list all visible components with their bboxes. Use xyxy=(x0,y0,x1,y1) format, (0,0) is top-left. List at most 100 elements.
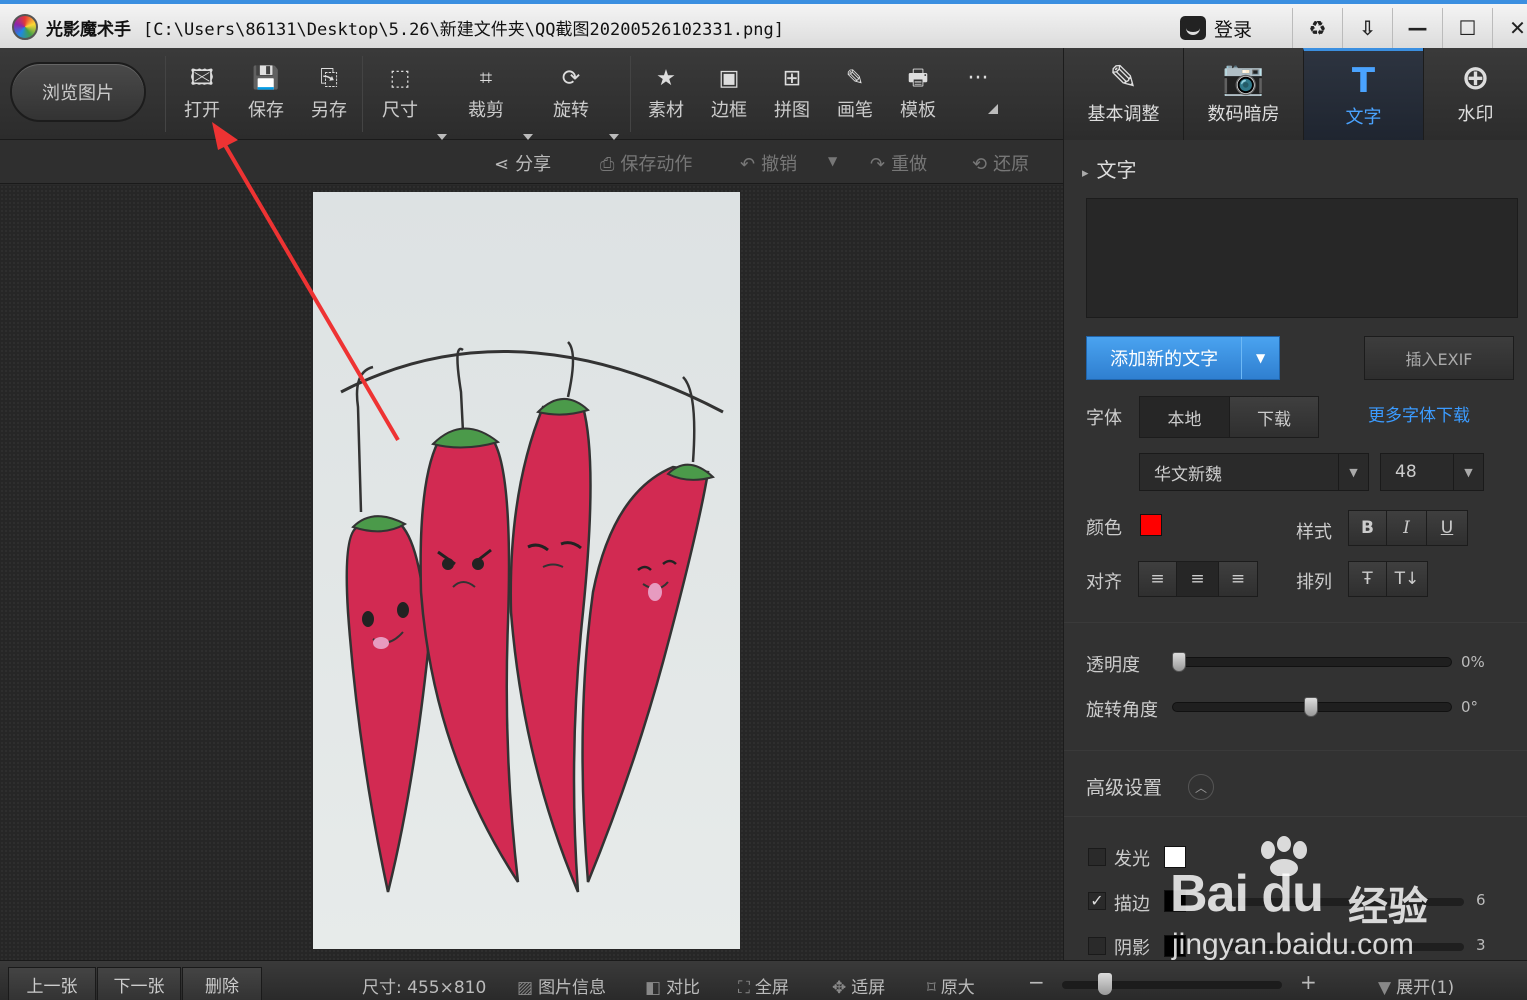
section-title[interactable]: 文字 xyxy=(1082,154,1137,183)
brush-button[interactable]: ✎ 画笔 xyxy=(825,64,885,128)
fit-screen-button[interactable]: ✥ 适屏 xyxy=(832,973,885,998)
shadow-checkbox[interactable] xyxy=(1088,937,1106,955)
border-button[interactable]: ▣ 边框 xyxy=(699,64,759,128)
tab-download-fonts[interactable]: 下载 xyxy=(1230,397,1318,437)
chevron-up-icon[interactable]: ︿ xyxy=(1188,774,1214,800)
crop-button[interactable]: ⌗ 裁剪 xyxy=(456,64,516,128)
stroke-checkbox[interactable]: ✓ xyxy=(1088,892,1106,910)
share-button[interactable]: ⋖ 分享 xyxy=(494,150,551,176)
zoom-in-button[interactable]: + xyxy=(1300,970,1317,994)
vertical-text-button[interactable]: T↓ xyxy=(1387,562,1427,596)
align-buttons: ≡ ≡ ≡ xyxy=(1138,561,1258,597)
save-action-button[interactable]: ⎙ 保存动作 xyxy=(600,150,692,176)
next-image-button[interactable]: 下一张 xyxy=(97,967,181,1000)
glow-label: 发光 xyxy=(1114,849,1150,870)
resize-button[interactable]: ⬚ 尺寸 xyxy=(370,64,430,128)
minimize-button[interactable]: — xyxy=(1392,8,1442,48)
close-button[interactable]: ✕ xyxy=(1492,8,1527,48)
restore-button[interactable]: ⟲ 还原 xyxy=(972,150,1029,176)
window-controls: ♻ ⇩ — ☐ ✕ xyxy=(1292,8,1527,48)
font-size-select[interactable]: 48 ▼ xyxy=(1380,453,1484,491)
tab-darkroom[interactable]: 📷 数码暗房 xyxy=(1183,48,1303,140)
info-icon: ▨ xyxy=(517,978,534,998)
shadow-label: 阴影 xyxy=(1114,938,1150,959)
align-left-button[interactable]: ≡ xyxy=(1139,562,1177,596)
maximize-button[interactable]: ☐ xyxy=(1442,8,1492,48)
expand-button[interactable]: ▼ 展开(1) xyxy=(1378,973,1454,998)
save-as-icon: ⎘ xyxy=(320,66,338,91)
tab-label: 数码暗房 xyxy=(1207,104,1280,125)
material-button[interactable]: ★ 素材 xyxy=(636,64,696,128)
save-as-label: 另存 xyxy=(311,100,347,121)
tab-basic-adjust[interactable]: ✎ 基本调整 xyxy=(1063,48,1183,140)
more-corner-icon[interactable] xyxy=(988,104,998,114)
shadow-distance-slider[interactable] xyxy=(1224,943,1464,951)
template-button[interactable]: 🖶 模板 xyxy=(888,64,948,128)
fullscreen-button[interactable]: ⛶ 全屏 xyxy=(738,973,789,998)
tab-label: 文字 xyxy=(1345,107,1382,128)
fullscreen-label: 全屏 xyxy=(754,978,789,998)
font-name-select[interactable]: 华文新魏 ▼ xyxy=(1139,453,1369,491)
stroke-color-swatch[interactable] xyxy=(1164,890,1186,912)
text-color-swatch[interactable] xyxy=(1140,514,1162,536)
opacity-slider-handle[interactable] xyxy=(1172,652,1186,672)
shadow-color-swatch[interactable] xyxy=(1164,935,1186,957)
image-info-label: 图片信息 xyxy=(538,978,607,998)
rotation-value: 0° xyxy=(1461,698,1479,716)
stroke-value: 6 xyxy=(1476,891,1486,909)
undo-dropdown-icon[interactable]: ▼ xyxy=(828,154,837,168)
bold-button[interactable]: B xyxy=(1349,511,1387,545)
login-button[interactable]: 登录 xyxy=(1180,12,1252,44)
zoom-out-button[interactable]: − xyxy=(1028,970,1045,994)
glow-color-swatch[interactable] xyxy=(1164,846,1186,868)
chevron-down-icon: ▼ xyxy=(1378,978,1392,998)
zoom-slider[interactable] xyxy=(1062,981,1282,989)
browse-images-button[interactable]: 浏览图片 xyxy=(10,62,146,122)
tab-local-fonts[interactable]: 本地 xyxy=(1140,397,1230,437)
menu-dropdown-icon[interactable]: ⇩ xyxy=(1342,8,1392,48)
redo-button[interactable]: ↷ 重做 xyxy=(870,150,927,176)
open-button[interactable]: 🖾 打开 xyxy=(172,64,232,128)
save-as-button[interactable]: ⎘ 另存 xyxy=(299,64,359,128)
border-label: 边框 xyxy=(711,100,747,121)
tab-label: 基本调整 xyxy=(1087,104,1160,125)
opacity-slider[interactable] xyxy=(1172,657,1452,667)
stroke-width-slider[interactable] xyxy=(1224,898,1464,906)
rotate-button[interactable]: ⟳ 旋转 xyxy=(541,64,601,128)
italic-button[interactable]: I xyxy=(1387,511,1427,545)
more-tools-button[interactable]: ··· xyxy=(948,64,1008,128)
skin-icon[interactable]: ♻ xyxy=(1292,8,1342,48)
glow-checkbox[interactable] xyxy=(1088,848,1106,866)
horizontal-text-button[interactable]: Ŧ xyxy=(1349,562,1387,596)
more-fonts-link[interactable]: 更多字体下载 xyxy=(1368,401,1470,426)
title-bar: 光影魔术手 [C:\Users\86131\Desktop\5.26\新建文件夹\… xyxy=(0,0,1527,48)
collage-button[interactable]: ⊞ 拼图 xyxy=(762,64,822,128)
chevron-down-icon[interactable]: ▼ xyxy=(1241,337,1279,379)
opacity-value: 0% xyxy=(1461,653,1485,671)
tab-watermark[interactable]: ⊕ 水印 xyxy=(1423,48,1527,140)
previous-image-button[interactable]: 上一张 xyxy=(8,967,96,1000)
undo-button[interactable]: ↶ 撤销 xyxy=(740,150,797,176)
shadow-value: 3 xyxy=(1476,936,1486,954)
insert-exif-button[interactable]: 插入EXIF xyxy=(1364,336,1514,380)
save-button[interactable]: 💾 保存 xyxy=(236,64,296,128)
font-source-tabs: 本地 下载 xyxy=(1139,396,1319,438)
image-canvas[interactable] xyxy=(0,185,1063,960)
font-name-value: 华文新魏 xyxy=(1154,464,1222,485)
edited-photo[interactable] xyxy=(313,192,740,949)
compare-button[interactable]: ◧ 对比 xyxy=(645,973,700,998)
text-input-area[interactable] xyxy=(1086,198,1518,318)
align-right-button[interactable]: ≡ xyxy=(1219,562,1257,596)
compare-icon: ◧ xyxy=(645,978,662,998)
image-info-button[interactable]: ▨ 图片信息 xyxy=(517,973,606,998)
delete-image-button[interactable]: 删除 xyxy=(182,967,262,1000)
tab-text[interactable]: T 文字 xyxy=(1303,48,1423,140)
zoom-slider-handle[interactable] xyxy=(1098,973,1112,995)
align-center-button[interactable]: ≡ xyxy=(1177,562,1219,596)
underline-button[interactable]: U xyxy=(1427,511,1467,545)
toolbar-separator xyxy=(630,56,631,132)
rotation-slider-handle[interactable] xyxy=(1304,697,1318,717)
add-text-button[interactable]: 添加新的文字 ▼ xyxy=(1086,336,1280,380)
save-icon: 💾 xyxy=(252,66,280,91)
original-size-button[interactable]: ⌑ 原大 xyxy=(927,973,975,998)
